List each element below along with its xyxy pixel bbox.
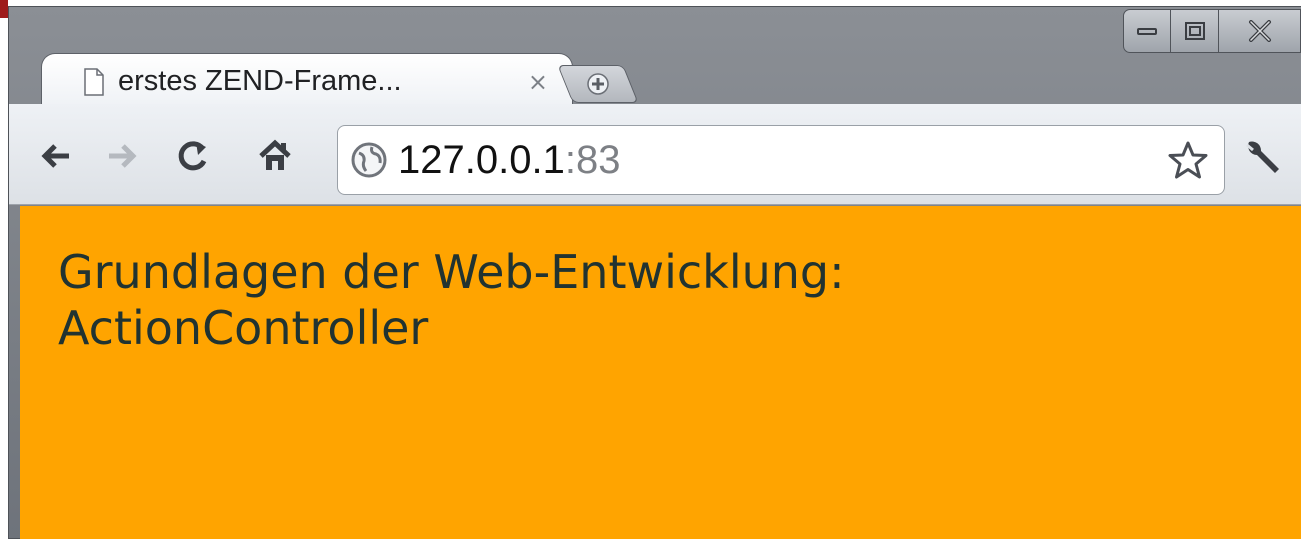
- wrench-icon[interactable]: [1241, 136, 1281, 176]
- reload-button[interactable]: [173, 136, 213, 176]
- star-icon[interactable]: [1168, 140, 1208, 180]
- url-text: 127.0.0.1:83: [398, 138, 620, 183]
- home-icon: [259, 139, 291, 170]
- page-heading: Grundlagen der Web-Entwicklung: ActionCo…: [58, 244, 1301, 356]
- plus-icon: [587, 73, 609, 95]
- globe-icon: [351, 142, 387, 178]
- home-button[interactable]: [255, 136, 295, 176]
- page-content: Grundlagen der Web-Entwicklung: ActionCo…: [20, 206, 1301, 539]
- back-button[interactable]: [35, 136, 75, 176]
- forward-button[interactable]: [103, 136, 143, 176]
- browser-window: erstes ZEND-Frame... × 127.0.0.1:83 Grun…: [8, 6, 1301, 539]
- tab-close-button[interactable]: ×: [528, 68, 548, 96]
- tab-active[interactable]: erstes ZEND-Frame... ×: [41, 53, 573, 109]
- heading-line-1: Grundlagen der Web-Entwicklung:: [58, 245, 845, 299]
- tab-strip: erstes ZEND-Frame... ×: [9, 47, 1301, 109]
- desktop-edge: [0, 0, 8, 18]
- tab-title: erstes ZEND-Frame...: [118, 65, 402, 97]
- url-port: :83: [564, 137, 621, 182]
- back-arrow-icon: [41, 144, 69, 168]
- address-bar[interactable]: 127.0.0.1:83: [337, 125, 1225, 195]
- reload-icon: [178, 141, 207, 171]
- close-icon: [1248, 20, 1271, 42]
- url-host: 127.0.0.1: [398, 137, 565, 182]
- minimize-icon: [1137, 28, 1157, 35]
- heading-line-2: ActionController: [58, 301, 429, 355]
- toolbar: 127.0.0.1:83: [9, 104, 1301, 205]
- forward-arrow-icon: [109, 144, 137, 168]
- maximize-icon: [1184, 22, 1205, 40]
- new-tab-button[interactable]: [557, 65, 639, 103]
- page-icon: [84, 67, 104, 96]
